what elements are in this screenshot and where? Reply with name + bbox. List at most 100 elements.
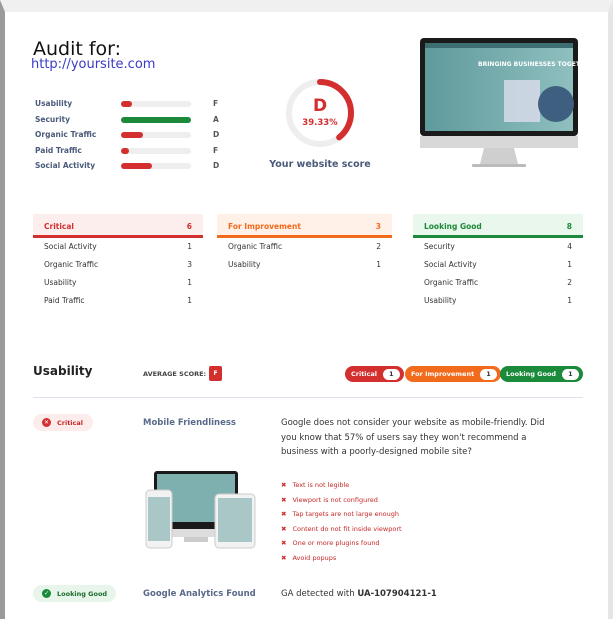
metric-progress-fill xyxy=(121,163,152,169)
pill-count: 1 xyxy=(562,368,579,380)
category-header[interactable]: Critical 6 xyxy=(33,214,203,238)
category-header[interactable]: For Improvement 3 xyxy=(217,214,392,238)
score-percent: 39.33% xyxy=(302,118,338,128)
metric-progress-fill xyxy=(121,116,191,123)
category-title: Looking Good xyxy=(424,222,482,231)
metric-label: Usability xyxy=(35,99,73,108)
site-url[interactable]: http://yoursite.com xyxy=(31,57,155,72)
metric-label: Security xyxy=(35,114,71,124)
category-item-label: Paid Traffic xyxy=(44,296,85,305)
svg-text:BRINGING BUSINESSES TOGETHER: BRINGING BUSINESSES TOGETHER xyxy=(478,61,580,68)
failure-item: ✖ Avoid popups xyxy=(281,554,336,562)
check-name: Mobile Friendliness xyxy=(143,418,236,428)
status-filter-pill[interactable]: For Improvement 1 xyxy=(405,366,501,382)
category-item[interactable]: Usability 1 xyxy=(33,274,203,292)
metric-label: Paid Traffic xyxy=(35,145,82,155)
check-circle-icon: ✓ xyxy=(42,589,51,598)
category-item-label: Social Activity xyxy=(44,242,97,251)
category-box: For Improvement 3 Organic Traffic 2 Usabilit… xyxy=(217,214,392,274)
desktop-preview-image: BRINGING BUSINESSES TOGETHER xyxy=(420,38,580,167)
check-description: Google does not consider your website as… xyxy=(281,418,545,457)
category-item-count: 1 xyxy=(567,260,572,269)
category-item-count: 1 xyxy=(567,296,572,305)
category-item-count: 4 xyxy=(567,242,572,251)
category-item-label: Social Activity xyxy=(424,260,477,269)
metric-grade: A xyxy=(213,114,219,124)
status-badge-looking-good: ✓ Looking Good xyxy=(33,585,116,602)
metric-progress-bar xyxy=(121,116,191,123)
category-item[interactable]: Organic Traffic 2 xyxy=(217,238,392,256)
category-item-label: Usability xyxy=(228,260,261,269)
category-item[interactable]: Organic Traffic 2 xyxy=(413,274,583,292)
x-icon: ✖ xyxy=(281,495,287,504)
failure-item: ✖ Text is not legible xyxy=(281,481,349,489)
category-item-label: Organic Traffic xyxy=(44,260,99,269)
category-item-label: Usability xyxy=(424,296,457,305)
category-item[interactable]: Organic Traffic 3 xyxy=(33,256,203,274)
metric-progress-fill xyxy=(121,132,143,138)
failure-text: Viewport is not configured xyxy=(292,495,378,504)
x-icon: ✖ xyxy=(281,524,287,533)
category-title: For Improvement xyxy=(228,222,301,231)
category-header[interactable]: Looking Good 8 xyxy=(413,214,583,238)
pill-label: For Improvement xyxy=(411,370,475,378)
metric-progress-bar xyxy=(121,132,191,138)
category-count: 8 xyxy=(566,222,572,231)
check-description: GA detected with UA-107904121-1 xyxy=(281,589,437,599)
category-item-count: 2 xyxy=(567,278,572,287)
x-icon: ✖ xyxy=(281,481,287,489)
category-item[interactable]: Social Activity 1 xyxy=(33,238,203,256)
metric-row: Paid Traffic F xyxy=(35,144,225,159)
failure-text: Tap targets are not large enough xyxy=(292,510,400,519)
metric-progress-bar xyxy=(121,101,191,107)
failure-item: ✖ Tap targets are not large enough xyxy=(281,510,399,518)
category-item-label: Organic Traffic xyxy=(424,278,479,287)
status-filter-pill[interactable]: Critical 1 xyxy=(345,366,404,382)
category-item-label: Usability xyxy=(44,278,77,287)
status-badge-critical: ✕ Critical xyxy=(33,414,93,431)
metric-row: Social Activity D xyxy=(35,159,225,174)
metric-label: Organic Traffic xyxy=(35,130,97,139)
metric-row: Security A xyxy=(35,113,225,128)
category-count: 3 xyxy=(375,222,381,231)
failure-text: Avoid popups xyxy=(292,554,337,562)
metric-grade: F xyxy=(213,145,219,155)
category-box: Looking Good 8 Security 4 Social Activity 1 Or… xyxy=(413,214,583,310)
x-icon: ✖ xyxy=(281,554,287,562)
x-icon: ✖ xyxy=(281,510,287,519)
failure-item: ✖ One or more plugins found xyxy=(281,539,380,547)
metric-progress-bar xyxy=(121,163,191,169)
metric-progress-fill xyxy=(121,101,132,107)
metric-row: Usability F xyxy=(35,97,225,112)
failure-text: One or more plugins found xyxy=(292,539,380,548)
category-item-label: Security xyxy=(424,242,455,251)
average-score-label: AVERAGE SCORE: xyxy=(143,370,207,378)
divider xyxy=(33,397,583,398)
category-item-count: 3 xyxy=(187,260,192,269)
x-icon: ✖ xyxy=(281,539,287,548)
category-item[interactable]: Paid Traffic 1 xyxy=(33,292,203,310)
metric-label: Social Activity xyxy=(35,161,96,170)
pill-count: 1 xyxy=(383,368,400,380)
category-item[interactable]: Social Activity 1 xyxy=(413,256,583,274)
pill-label: Looking Good xyxy=(506,370,557,378)
section-title: Usability xyxy=(33,364,93,378)
metric-grade: F xyxy=(213,99,219,108)
category-box: Critical 6 Social Activity 1 Organic Traffic… xyxy=(33,214,203,310)
status-filter-pill[interactable]: Looking Good 1 xyxy=(500,366,583,382)
failure-text: Content do not fit inside viewport xyxy=(292,524,402,533)
devices-preview-image xyxy=(145,471,256,549)
category-item[interactable]: Usability 1 xyxy=(217,256,392,274)
category-item-count: 1 xyxy=(187,242,192,251)
failure-item: ✖ Viewport is not configured xyxy=(281,496,378,504)
category-item-count: 1 xyxy=(187,278,192,287)
category-title: Critical xyxy=(44,222,75,231)
metric-grade: D xyxy=(213,130,220,139)
category-item[interactable]: Security 4 xyxy=(413,238,583,256)
category-item[interactable]: Usability 1 xyxy=(413,292,583,310)
category-item-count: 2 xyxy=(376,242,381,251)
metric-progress-bar xyxy=(121,147,191,154)
x-circle-icon: ✕ xyxy=(42,418,51,427)
failure-item: ✖ Content do not fit inside viewport xyxy=(281,525,402,533)
check-name: Google Analytics Found xyxy=(143,589,256,599)
